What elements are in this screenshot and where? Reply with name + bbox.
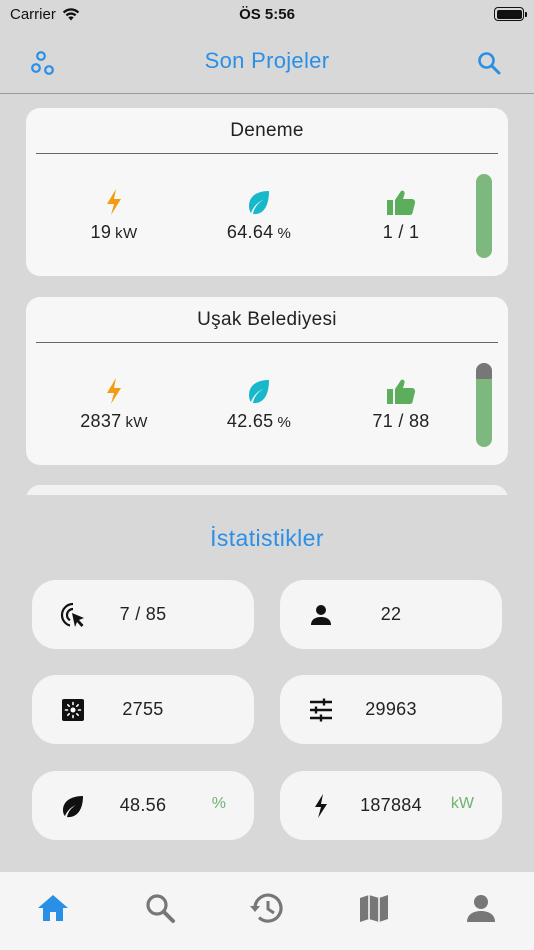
stat-value: 2755: [122, 699, 164, 719]
green-unit: %: [277, 414, 292, 431]
green-metric: 64.64%: [194, 188, 324, 243]
status-left: Carrier: [10, 6, 80, 23]
tab-home[interactable]: [23, 892, 83, 932]
tab-profile[interactable]: [451, 892, 511, 932]
battery-icon: [494, 7, 527, 21]
project-name: Deneme: [36, 120, 498, 154]
level-bar-empty: [476, 363, 492, 379]
stat-card-green[interactable]: 48.56 %: [32, 771, 254, 840]
green-unit: %: [277, 225, 292, 242]
stat-card-settings[interactable]: 29963: [280, 675, 502, 744]
search-button[interactable]: [474, 48, 504, 78]
like-value: 71 / 88: [372, 411, 430, 431]
power-unit: kW: [125, 414, 148, 431]
status-time: ÖS 5:56: [239, 5, 295, 23]
like-metric: 1 / 1: [336, 188, 466, 243]
stat-card-clicks[interactable]: 7 / 85: [32, 580, 254, 649]
bolt-icon: [107, 378, 121, 404]
stat-unit: kW: [450, 795, 474, 812]
project-list[interactable]: Deneme 19 kW 64.64% 1 / 1 Uşak Belediyesi: [0, 95, 534, 495]
page-title: Son Projeler: [204, 47, 330, 73]
stat-value: 29963: [365, 699, 417, 719]
like-value: 1 / 1: [382, 222, 420, 242]
stat-card-power[interactable]: 187884 kW: [280, 771, 502, 840]
project-name: Uşak Belediyesi: [36, 309, 498, 343]
stat-unit: %: [211, 795, 226, 812]
green-value: 42.65: [226, 411, 274, 431]
project-card-partial[interactable]: [26, 485, 508, 495]
stats-title: İstatistikler: [210, 525, 324, 551]
power-metric: 19 kW: [49, 188, 179, 243]
level-bar: [476, 174, 492, 258]
settings-circles-icon: [31, 51, 54, 75]
stat-card-panels[interactable]: 2755: [32, 675, 254, 744]
map-icon: [359, 895, 388, 922]
thumbs-up-icon: [387, 379, 416, 404]
power-value: 19: [90, 222, 112, 242]
stat-card-users[interactable]: 22: [280, 580, 502, 649]
search-icon: [146, 894, 176, 923]
project-card[interactable]: Uşak Belediyesi 2837 kW 42.65% 71 / 88: [26, 297, 508, 465]
history-icon: [249, 893, 283, 923]
nav-bar: Son Projeler: [0, 28, 534, 94]
home-icon: [38, 895, 69, 921]
power-metric: 2837 kW: [49, 377, 179, 432]
tab-bar: [0, 872, 534, 950]
level-bar: [476, 363, 492, 447]
carrier-label: Carrier: [10, 5, 56, 23]
wifi-icon: [62, 7, 80, 20]
tab-search[interactable]: [130, 892, 190, 932]
power-value: 2837: [80, 411, 122, 431]
bolt-icon: [107, 189, 121, 215]
project-card[interactable]: Deneme 19 kW 64.64% 1 / 1: [26, 108, 508, 276]
profile-icon: [466, 895, 495, 922]
stat-value: 7 / 85: [119, 604, 167, 624]
leaf-icon: [249, 191, 269, 215]
like-metric: 71 / 88: [336, 377, 466, 432]
tab-history[interactable]: [237, 892, 297, 932]
power-unit: kW: [115, 225, 138, 242]
settings-button[interactable]: [28, 48, 58, 78]
green-value: 64.64: [226, 222, 274, 242]
leaf-icon: [249, 380, 269, 404]
status-bar: Carrier ÖS 5:56: [0, 0, 534, 28]
stat-value: 22: [380, 604, 402, 624]
search-icon: [478, 52, 501, 75]
thumbs-up-icon: [387, 190, 416, 215]
tab-map[interactable]: [344, 892, 404, 932]
green-metric: 42.65%: [194, 377, 324, 432]
